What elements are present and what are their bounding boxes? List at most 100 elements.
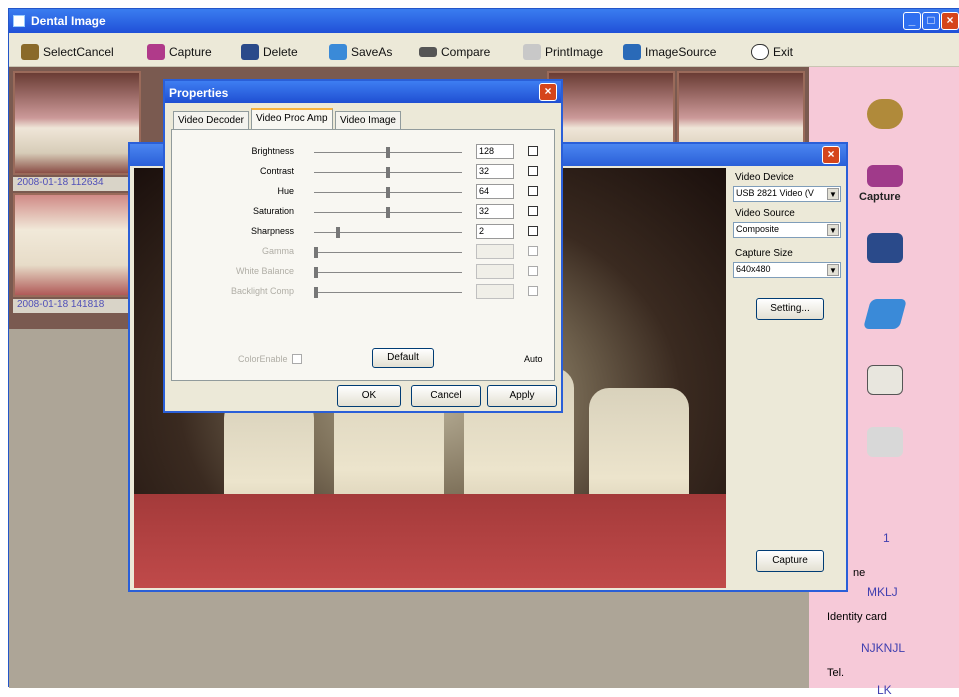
slider-row: Contrast 32 [172, 164, 556, 182]
compare-icon [419, 47, 437, 57]
color-enable-checkbox[interactable] [292, 354, 302, 364]
exit-label: Exit [773, 45, 794, 59]
tab-video-image[interactable]: Video Image [335, 111, 401, 129]
slider-row: Gamma [172, 244, 556, 262]
video-device-label: Video Device [735, 172, 794, 183]
capture-label: Capture [859, 191, 901, 203]
compare-icon[interactable] [867, 365, 903, 395]
properties-dialog: Properties × Video Decoder Video Proc Am… [163, 79, 563, 413]
save-as-button[interactable]: SaveAs [329, 42, 392, 62]
capture-button[interactable]: Capture [147, 42, 212, 62]
slider-label: Hue [277, 186, 294, 196]
identity-value: NJKNJL [861, 641, 906, 655]
exit-button[interactable]: Exit [751, 42, 793, 62]
disk-icon [329, 44, 347, 60]
capture-label: Capture [169, 45, 212, 59]
close-button[interactable]: × [539, 83, 557, 101]
film-reel-icon[interactable] [867, 99, 903, 129]
print-image-label: PrintImage [545, 45, 604, 59]
close-button[interactable]: × [822, 146, 840, 164]
thumbnail-image[interactable] [13, 193, 141, 297]
slider-value-field[interactable]: 64 [476, 184, 514, 199]
auto-checkbox[interactable] [528, 146, 538, 156]
slider-thumb[interactable] [314, 267, 318, 278]
slider-label: Backlight Comp [230, 286, 294, 296]
clapper-icon[interactable] [867, 233, 903, 263]
slider-track[interactable] [314, 272, 462, 273]
slider-thumb[interactable] [386, 167, 390, 178]
print-image-button[interactable]: PrintImage [523, 42, 603, 62]
chevron-down-icon: ▼ [827, 188, 839, 200]
slider-value-field[interactable] [476, 244, 514, 259]
capture-size-select[interactable]: 640x480 ▼ [733, 262, 841, 278]
thumbnail-label: 2008-01-18 112634 [13, 177, 141, 191]
auto-checkbox[interactable] [528, 286, 538, 296]
slider-thumb[interactable] [386, 207, 390, 218]
tab-video-decoder[interactable]: Video Decoder [173, 111, 249, 129]
save-as-label: SaveAs [351, 45, 393, 59]
image-source-label: ImageSource [645, 45, 717, 59]
video-source-select[interactable]: Composite ▼ [733, 222, 841, 238]
slider-thumb[interactable] [335, 227, 340, 238]
setting-button[interactable]: Setting... [756, 298, 824, 320]
toolbar: SelectCancel Capture Delete SaveAs Compa… [9, 33, 959, 67]
slider-thumb[interactable] [386, 187, 390, 198]
compare-button[interactable]: Compare [419, 42, 490, 62]
slider-row: Brightness 128 [172, 144, 556, 162]
gum-region [134, 494, 726, 588]
image-source-button[interactable]: ImageSource [623, 42, 716, 62]
app-title: Dental Image [31, 14, 106, 28]
slider-value-field[interactable] [476, 264, 514, 279]
maximize-button[interactable]: □ [922, 12, 940, 30]
apply-button[interactable]: Apply [487, 385, 557, 407]
film-reel-icon [21, 44, 39, 60]
auto-checkbox[interactable] [528, 166, 538, 176]
slider-value-field[interactable]: 128 [476, 144, 514, 159]
capture-size-value: 640x480 [736, 264, 771, 274]
slider-row: Backlight Comp [172, 284, 556, 302]
exit-icon [751, 44, 769, 60]
auto-checkbox[interactable] [528, 186, 538, 196]
thumbnail-image[interactable] [13, 71, 141, 175]
slider-thumb[interactable] [314, 287, 318, 298]
compare-label: Compare [441, 45, 491, 59]
chevron-down-icon: ▼ [827, 264, 839, 276]
auto-checkbox[interactable] [528, 206, 538, 216]
capture-icon[interactable] [867, 165, 903, 187]
tab-video-proc-amp[interactable]: Video Proc Amp [251, 108, 333, 130]
slider-thumb[interactable] [314, 247, 318, 258]
color-enable-label: ColorEnable [238, 354, 288, 364]
auto-checkbox[interactable] [528, 266, 538, 276]
auto-checkbox[interactable] [528, 246, 538, 256]
slider-thumb[interactable] [386, 147, 390, 158]
slider-track[interactable] [314, 292, 462, 293]
name-value: MKLJ [867, 585, 898, 599]
camera-icon [623, 44, 641, 60]
clapper-icon [241, 44, 259, 60]
tel-value: LK [877, 683, 892, 697]
minimize-button[interactable]: _ [903, 12, 921, 30]
slider-value-field[interactable]: 32 [476, 164, 514, 179]
default-button[interactable]: Default [372, 348, 434, 368]
delete-label: Delete [263, 45, 298, 59]
slider-value-field[interactable] [476, 284, 514, 299]
video-source-value: Composite [736, 224, 780, 234]
slider-track[interactable] [314, 252, 462, 253]
video-device-select[interactable]: USB 2821 Video (V ▼ [733, 186, 841, 202]
capture-button[interactable]: Capture [756, 550, 824, 572]
select-cancel-label: SelectCancel [43, 45, 114, 59]
title-bar: Dental Image _ □ × [9, 9, 959, 33]
slider-value-field[interactable]: 32 [476, 204, 514, 219]
tel-label: Tel. [827, 667, 845, 679]
slider-value-field[interactable]: 2 [476, 224, 514, 239]
disk-icon[interactable] [862, 299, 908, 329]
chevron-down-icon: ▼ [827, 224, 839, 236]
identity-label: Identity card [827, 611, 887, 623]
close-button[interactable]: × [941, 12, 959, 30]
auto-checkbox[interactable] [528, 226, 538, 236]
ok-button[interactable]: OK [337, 385, 401, 407]
cancel-button[interactable]: Cancel [411, 385, 481, 407]
delete-button[interactable]: Delete [241, 42, 298, 62]
printer-icon[interactable] [867, 427, 903, 457]
select-cancel-button[interactable]: SelectCancel [21, 42, 114, 62]
